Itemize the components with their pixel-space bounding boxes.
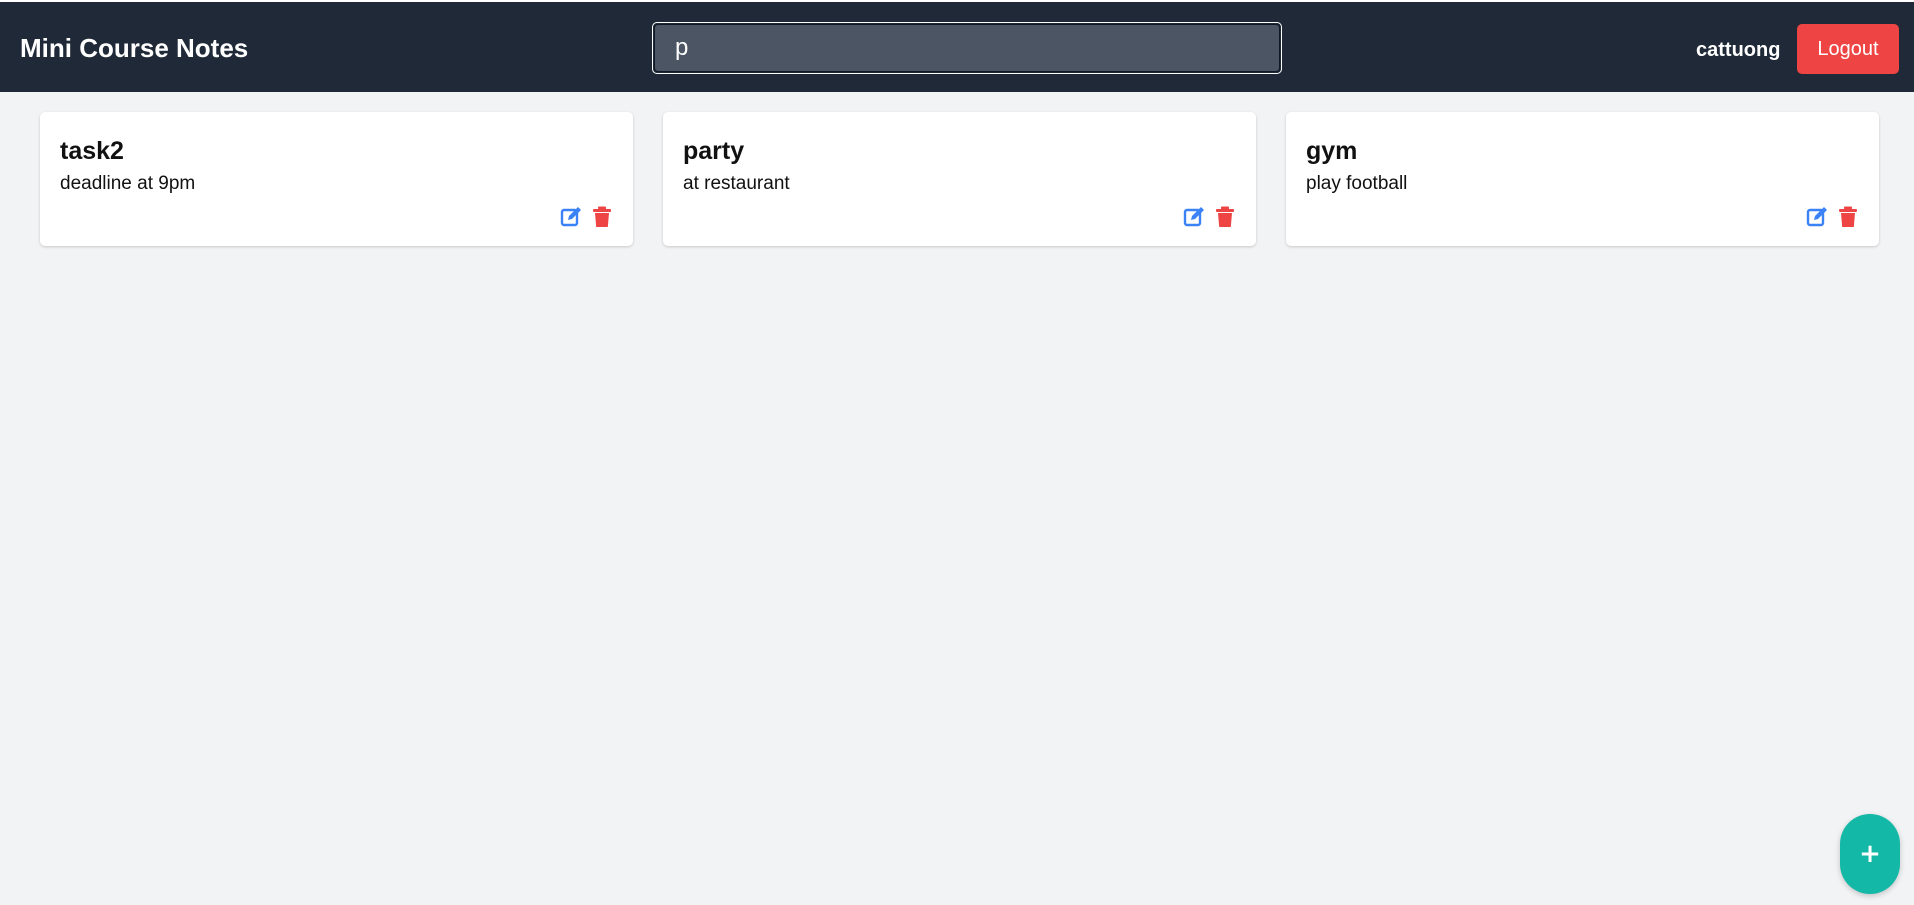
add-note-button[interactable]: + xyxy=(1840,814,1900,894)
top-navigation-bar: Mini Course Notes cattuong Logout xyxy=(0,0,1914,92)
note-card[interactable]: party at restaurant xyxy=(663,112,1256,246)
note-title: task2 xyxy=(60,137,124,165)
note-card[interactable]: gym play football xyxy=(1286,112,1879,246)
note-actions xyxy=(1183,206,1236,228)
note-body: at restaurant xyxy=(683,173,790,194)
trash-icon[interactable] xyxy=(1214,206,1236,228)
username-label: cattuong xyxy=(1696,39,1781,61)
search-field-focus-ring xyxy=(652,22,1282,74)
note-title: party xyxy=(683,137,745,165)
note-body: deadline at 9pm xyxy=(60,173,196,194)
note-actions xyxy=(560,206,613,228)
note-actions xyxy=(1806,206,1859,228)
logout-button[interactable]: Logout xyxy=(1797,24,1899,74)
note-body: play football xyxy=(1306,173,1408,194)
notes-grid: task2 deadline at 9pm party at restauran… xyxy=(40,112,1880,246)
edit-icon[interactable] xyxy=(1183,206,1205,228)
edit-icon[interactable] xyxy=(1806,206,1828,228)
note-card[interactable]: task2 deadline at 9pm xyxy=(40,112,633,246)
edit-icon[interactable] xyxy=(560,206,582,228)
trash-icon[interactable] xyxy=(1837,206,1859,228)
trash-icon[interactable] xyxy=(591,206,613,228)
app-title[interactable]: Mini Course Notes xyxy=(20,32,248,64)
note-title: gym xyxy=(1306,137,1358,165)
search-input[interactable] xyxy=(654,24,1280,72)
